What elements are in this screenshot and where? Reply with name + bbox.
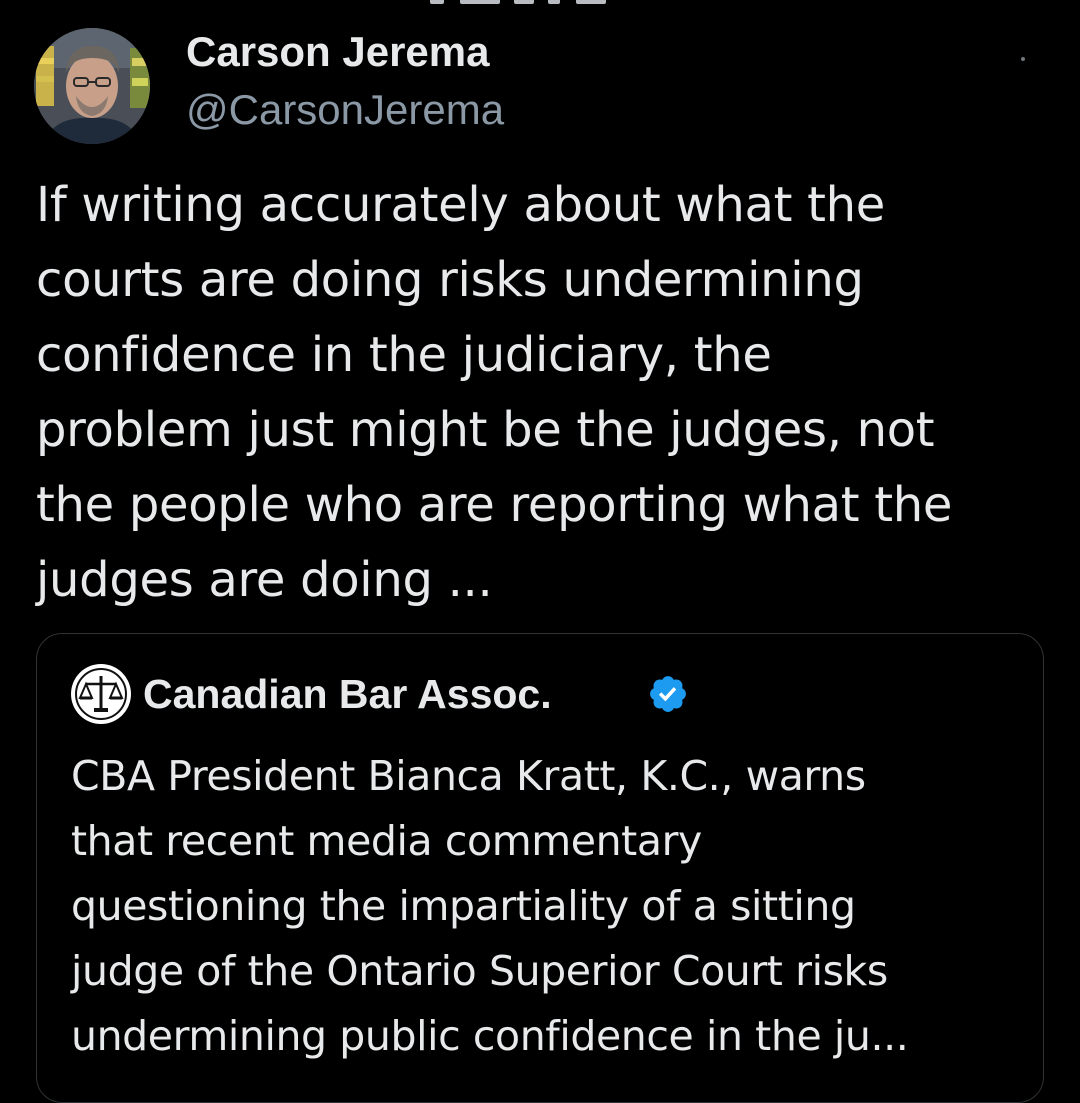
- author-avatar[interactable]: [34, 28, 150, 144]
- tweet-text: If writing accurately about what the cou…: [36, 177, 953, 608]
- scales-of-justice-icon: [72, 665, 130, 723]
- quoted-tweet-header: Canadian Bar Assoc.: [71, 664, 971, 724]
- profile-photo-icon: [34, 28, 150, 144]
- verified-badge-icon: [650, 676, 686, 712]
- quoted-tweet-card[interactable]: Canadian Bar Assoc. CBA President Bianca…: [36, 633, 1044, 1103]
- author-handle[interactable]: @CarsonJerema: [186, 84, 504, 136]
- tweet-header: Carson Jerema @CarsonJerema: [34, 26, 1044, 144]
- author-name[interactable]: Carson Jerema: [186, 26, 490, 78]
- quoted-tweet-text: CBA President Bianca Kratt, K.C., warns …: [71, 752, 909, 1060]
- quoted-author-name[interactable]: Canadian Bar Assoc.: [143, 666, 552, 722]
- quoted-author-avatar[interactable]: [71, 664, 131, 724]
- more-options-icon[interactable]: [1021, 57, 1025, 61]
- previous-content-fragment: [0, 0, 1080, 8]
